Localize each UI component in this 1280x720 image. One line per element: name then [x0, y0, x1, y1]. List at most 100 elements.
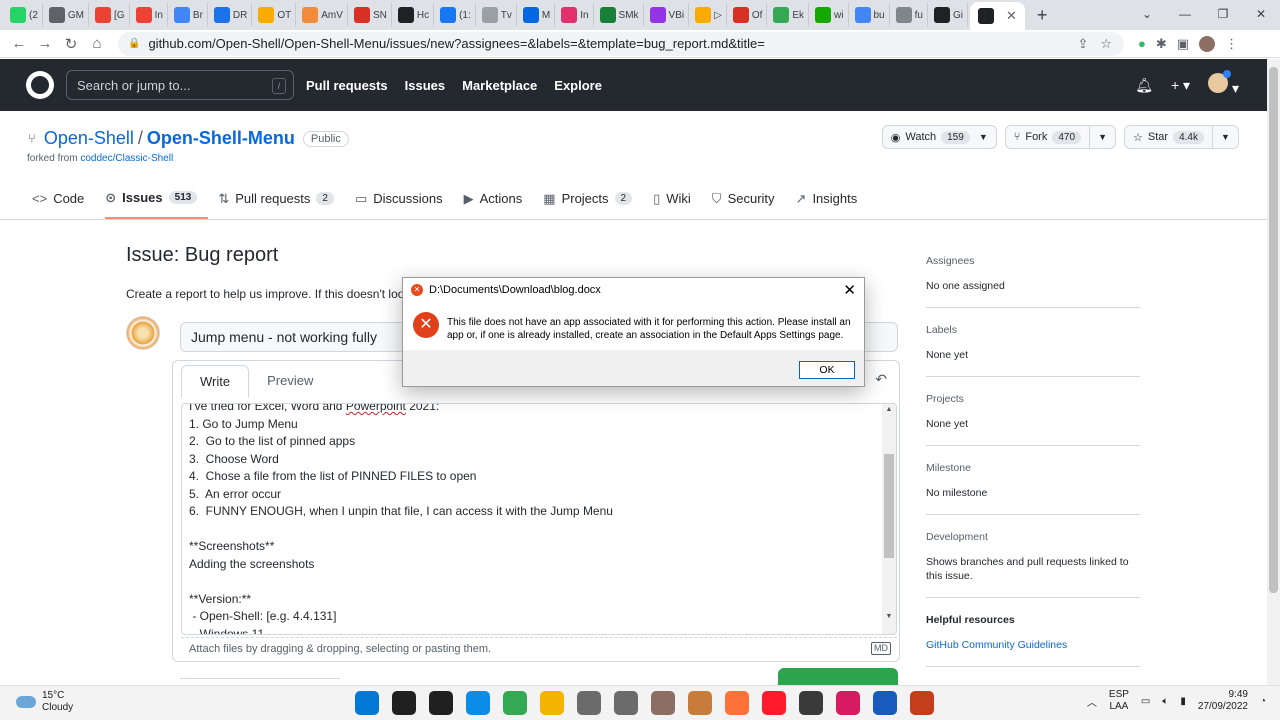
browser-tab[interactable]: wi [811, 3, 849, 27]
tab-issues[interactable]: ⊙ Issues 513 [105, 187, 209, 219]
dialog-close-button[interactable]: ✕ [843, 281, 856, 299]
browser-tab[interactable]: Ek [769, 3, 810, 27]
browser-tab[interactable]: Gi [930, 3, 968, 27]
menu-kebab-icon[interactable]: ⋮ [1225, 36, 1238, 52]
create-new-icon[interactable]: + ▾ [1171, 77, 1190, 94]
textarea-scrollbar[interactable]: ▲ ▼ [882, 404, 896, 634]
page-scrollbar[interactable] [1267, 59, 1280, 685]
network-icon[interactable]: ▭ [1141, 696, 1150, 707]
browser-tab[interactable]: Of [729, 3, 768, 27]
repo-name-link[interactable]: Open-Shell-Menu [147, 128, 295, 149]
sidebar-heading[interactable]: Milestone [926, 462, 1140, 474]
star-button[interactable]: ☆ Star 4.4k ▼ [1124, 125, 1239, 149]
bell-icon[interactable]: 🔔︎ [1135, 77, 1153, 94]
back-icon[interactable]: ← [6, 35, 32, 52]
battery-icon[interactable]: ▮ [1180, 696, 1186, 707]
home-icon[interactable]: ⌂ [84, 35, 110, 52]
browser-tab[interactable]: In [132, 3, 168, 27]
browser-tab[interactable]: Tv [478, 3, 517, 27]
browser-tab[interactable]: SMk [596, 3, 644, 27]
microphone-icon[interactable] [577, 691, 601, 715]
tab-insights[interactable]: ↗ Insights [796, 187, 869, 219]
tab-actions[interactable]: ▶ Actions [464, 187, 534, 219]
sidebar-heading[interactable]: Assignees [926, 255, 1140, 267]
share-icon[interactable]: ⇪ [1077, 36, 1088, 52]
browser-tab[interactable]: Hc [394, 3, 435, 27]
firefox-icon[interactable] [725, 691, 749, 715]
browser-tab[interactable]: fu [892, 3, 928, 27]
side-panel-icon[interactable]: ▣ [1177, 36, 1189, 52]
forked-from-link[interactable]: coddec/Classic-Shell [80, 153, 173, 164]
browser-tab[interactable]: SN [350, 3, 392, 27]
scrollbar-thumb[interactable] [884, 454, 894, 558]
sidebar-heading[interactable]: Development [926, 531, 1140, 543]
extensions-puzzle-icon[interactable]: ✱ [1156, 36, 1167, 52]
star-dropdown-icon[interactable]: ▼ [1212, 126, 1238, 148]
tab-write[interactable]: Write [181, 365, 250, 398]
browser-tab[interactable]: GM [45, 3, 90, 27]
browser-tab[interactable]: (1: [436, 3, 476, 27]
tab-projects[interactable]: ▦ Projects 2 [543, 187, 643, 219]
github-logo-icon[interactable] [26, 71, 54, 99]
repo-owner-link[interactable]: Open-Shell [44, 128, 134, 149]
browser-tab[interactable]: DR [210, 3, 253, 27]
edge-icon[interactable] [466, 691, 490, 715]
evernote-extension-icon[interactable]: ● [1138, 36, 1146, 51]
tray-overflow-icon[interactable]: ︿ [1087, 694, 1097, 709]
browser-tab[interactable]: M [519, 3, 556, 27]
scroll-up-icon[interactable]: ▲ [882, 406, 896, 413]
tab-search-icon[interactable]: ⌄ [1128, 0, 1166, 30]
new-tab-button[interactable]: + [1037, 5, 1048, 26]
tab-preview[interactable]: Preview [249, 365, 331, 398]
user-avatar[interactable]: ▾ [1208, 70, 1239, 97]
sidebar-heading[interactable]: Labels [926, 324, 1140, 336]
browser-tab[interactable]: In [557, 3, 594, 27]
ok-button[interactable]: OK [799, 361, 855, 379]
word-icon[interactable] [873, 691, 897, 715]
browser-tab[interactable]: [G [91, 3, 130, 27]
fork-button[interactable]: ⑂ Fork 470 ▼ [1004, 125, 1117, 149]
notification-icon[interactable]: ◔ [1260, 696, 1266, 707]
watch-button[interactable]: ◉ Watch 159 ▼ [881, 125, 997, 149]
maximize-button[interactable]: ❐ [1204, 0, 1242, 30]
headphones-icon[interactable] [836, 691, 860, 715]
fork-dropdown-icon[interactable]: ▼ [1089, 126, 1115, 148]
nav-marketplace[interactable]: Marketplace [462, 78, 537, 93]
minimize-button[interactable]: — [1166, 0, 1204, 30]
browser-tab[interactable]: ✕ [969, 2, 1025, 30]
close-window-button[interactable]: ✕ [1242, 0, 1280, 30]
tab-pull-requests[interactable]: ⇅ Pull requests 2 [218, 187, 345, 219]
address-bar[interactable]: 🔒 github.com/Open-Shell/Open-Shell-Menu/… [118, 31, 1124, 56]
blocked-app-icon[interactable] [799, 691, 823, 715]
nav-issues[interactable]: Issues [405, 78, 445, 93]
browser-tab[interactable]: OT [254, 3, 297, 27]
sidebar-heading[interactable]: Projects [926, 393, 1140, 405]
browser-tab[interactable]: Br [170, 3, 208, 27]
chrome-icon[interactable] [503, 691, 527, 715]
video-editor-icon[interactable] [651, 691, 675, 715]
tab-security[interactable]: ⛉ Security [712, 187, 786, 219]
bookmark-star-icon[interactable]: ☆ [1100, 36, 1112, 52]
language-indicator[interactable]: ESP LAA [1109, 689, 1129, 713]
browser-tab[interactable]: VBi [646, 3, 690, 27]
browser-tab[interactable]: AmV [298, 3, 348, 27]
task-view-icon[interactable] [429, 691, 453, 715]
volume-icon[interactable]: 🔈︎ [1162, 696, 1168, 707]
reload-icon[interactable]: ↻ [58, 35, 84, 53]
forward-icon[interactable]: → [32, 35, 58, 52]
search-icon[interactable] [392, 691, 416, 715]
archive-icon[interactable] [688, 691, 712, 715]
powerpoint-icon[interactable] [910, 691, 934, 715]
page-scrollbar-thumb[interactable] [1269, 67, 1278, 593]
nav-pull-requests[interactable]: Pull requests [306, 78, 388, 93]
camera-icon[interactable] [614, 691, 638, 715]
windows-start-icon[interactable] [355, 691, 379, 715]
community-guidelines-link[interactable]: GitHub Community Guidelines [926, 639, 1067, 651]
attach-files-hint[interactable]: Attach files by dragging & dropping, sel… [181, 637, 897, 659]
close-tab-icon[interactable]: ✕ [1006, 8, 1017, 24]
weather-widget[interactable]: 15°C Cloudy [16, 690, 73, 714]
scroll-down-icon[interactable]: ▼ [882, 613, 896, 620]
profile-avatar[interactable] [1199, 35, 1216, 52]
tab-wiki[interactable]: ▯ Wiki [653, 187, 702, 219]
tab-discussions[interactable]: ▭ Discussions [355, 187, 454, 219]
